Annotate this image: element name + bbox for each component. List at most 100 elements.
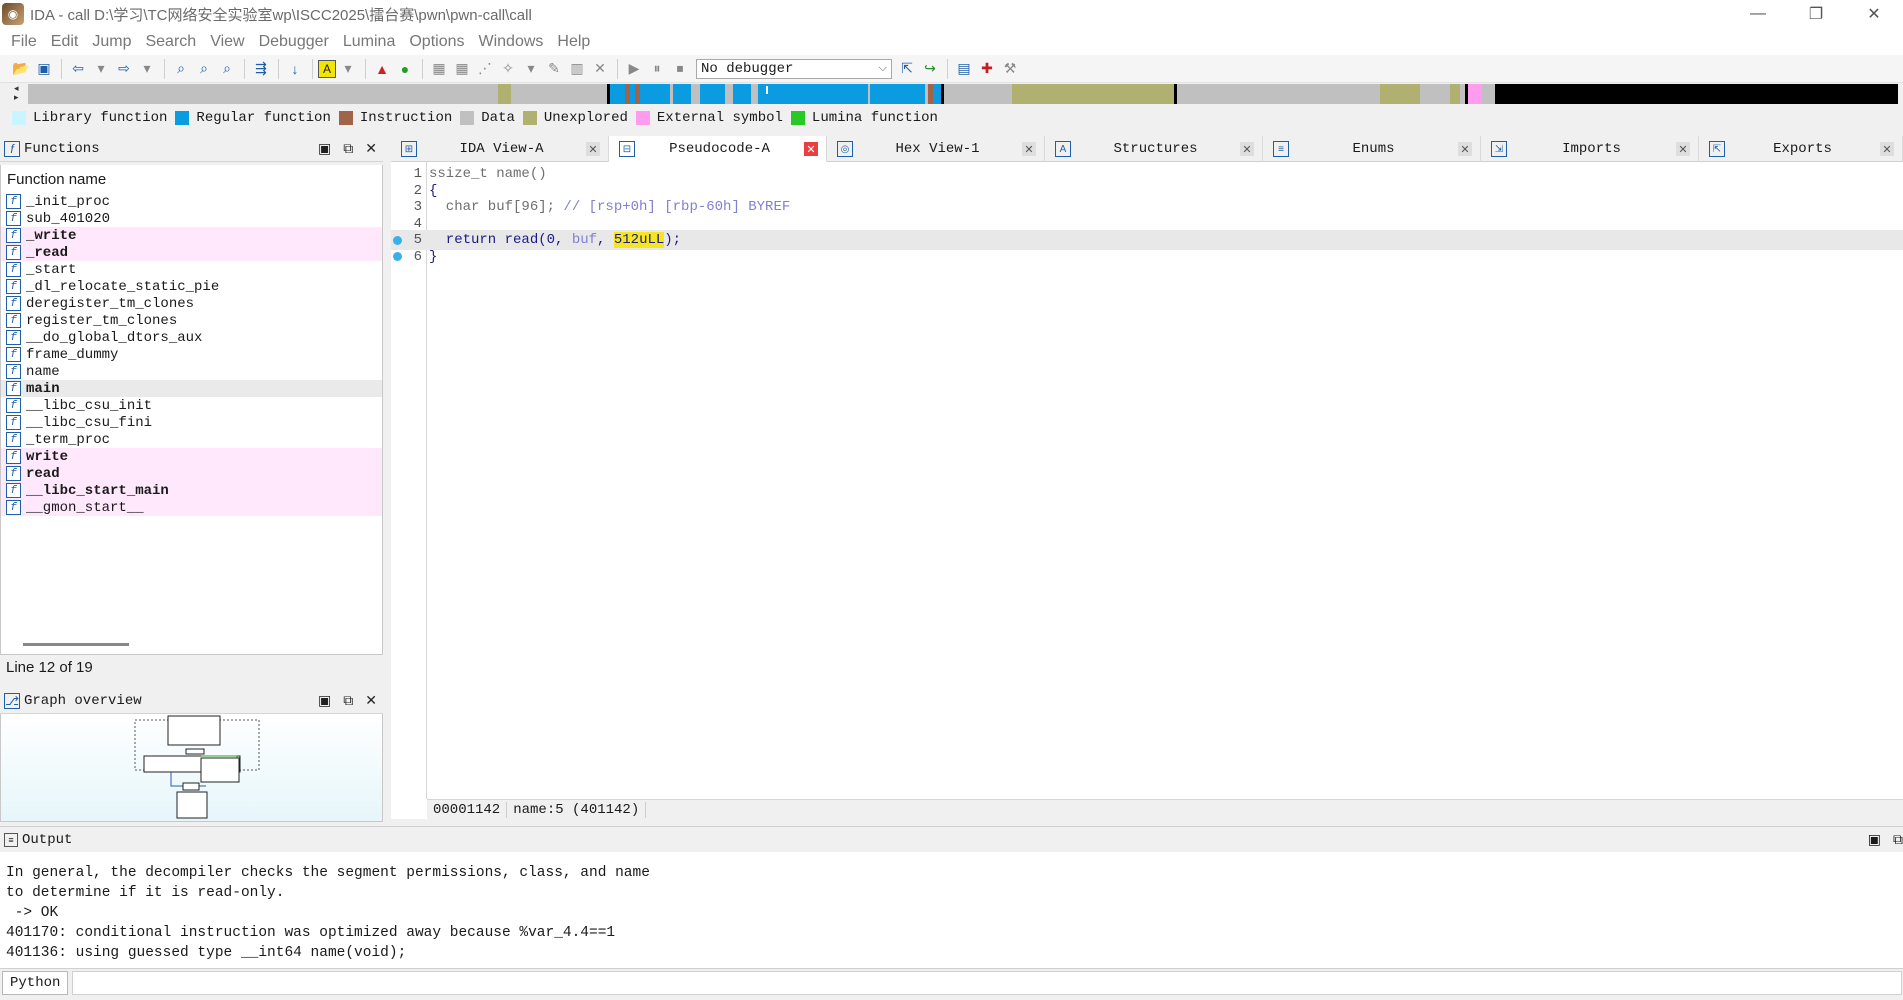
maximize-icon[interactable]: ▣ <box>318 140 331 157</box>
tab-structures[interactable]: A Structures ✕ <box>1045 136 1263 162</box>
graph-overview-canvas[interactable] <box>0 714 383 822</box>
function-list-item[interactable]: f deregister_tm_clones <box>1 295 382 312</box>
menu-view[interactable]: View <box>203 33 251 51</box>
command-input[interactable] <box>72 970 1903 995</box>
menu-help[interactable]: Help <box>550 33 597 51</box>
close-icon[interactable]: ✕ <box>365 140 377 157</box>
open-file-icon[interactable]: 📂 <box>10 58 32 80</box>
maximize-icon[interactable]: ▣ <box>1868 831 1881 848</box>
output-log[interactable]: In general, the decompiler checks the se… <box>0 852 1903 968</box>
jump-icon[interactable]: ⇶ <box>250 58 272 80</box>
pause-icon[interactable]: ⏸ <box>646 58 668 80</box>
python-button[interactable]: Python <box>2 970 69 995</box>
tab-imports[interactable]: ⇲ Imports ✕ <box>1481 136 1699 162</box>
back-arrow-icon[interactable]: ⇦ <box>67 58 89 80</box>
function-list-item[interactable]: f _term_proc <box>1 431 382 448</box>
wand-dropdown-icon[interactable]: ▾ <box>520 58 542 80</box>
breakpoint-marker-icon[interactable] <box>393 235 402 245</box>
menu-windows[interactable]: Windows <box>471 33 550 51</box>
text-highlight-icon[interactable]: A <box>318 59 336 78</box>
debug-attach-icon[interactable]: ⇱ <box>896 58 918 80</box>
menu-search[interactable]: Search <box>138 33 203 51</box>
function-list-item[interactable]: f name <box>1 363 382 380</box>
breakpoint-marker-icon[interactable] <box>393 252 402 261</box>
delete-icon[interactable]: ✕ <box>589 58 611 80</box>
code-line[interactable]: 6} <box>391 247 1903 267</box>
wand-icon[interactable]: ✧ <box>497 58 519 80</box>
tab-enums[interactable]: ≡ Enums ✕ <box>1263 136 1481 162</box>
menu-lumina[interactable]: Lumina <box>336 33 402 51</box>
lib-icon[interactable]: ▥ <box>566 58 588 80</box>
function-list-item[interactable]: f __do_global_dtors_aux <box>1 329 382 346</box>
function-list-item[interactable]: f main <box>1 380 382 397</box>
close-icon[interactable]: ✕ <box>1022 142 1036 156</box>
analysis-icon[interactable]: ▲ <box>371 58 393 80</box>
output-line: -> OK <box>6 905 59 921</box>
function-list-item[interactable]: f _start <box>1 261 382 278</box>
close-icon[interactable]: ✕ <box>1676 142 1690 156</box>
search-binary-icon[interactable]: ⌕ <box>193 58 215 80</box>
close-icon[interactable]: ✕ <box>804 142 818 156</box>
function-list-item[interactable]: f sub_401020 <box>1 210 382 227</box>
forward-dropdown-icon[interactable]: ▾ <box>136 58 158 80</box>
tab-ida-view-a[interactable]: ⊞ IDA View-A ✕ <box>391 136 609 162</box>
menu-file[interactable]: File <box>4 33 44 51</box>
function-list-item[interactable]: f read <box>1 465 382 482</box>
function-list-item[interactable]: f frame_dummy <box>1 346 382 363</box>
menu-debugger[interactable]: Debugger <box>252 33 336 51</box>
tab-pseudocode-a[interactable]: ⊟ Pseudocode-A ✕ <box>609 136 827 162</box>
back-dropdown-icon[interactable]: ▾ <box>90 58 112 80</box>
function-list-item[interactable]: f _write <box>1 227 382 244</box>
close-icon[interactable]: ✕ <box>365 692 377 709</box>
add-breakpoint-icon[interactable]: ✚ <box>976 58 998 80</box>
function-list-item[interactable]: f __gmon_start__ <box>1 499 382 516</box>
graph-icon[interactable]: ⋰ <box>474 58 496 80</box>
float-icon[interactable]: ⧉ <box>343 140 353 157</box>
function-list-item[interactable]: f register_tm_clones <box>1 312 382 329</box>
close-icon[interactable]: ✕ <box>586 142 600 156</box>
run-icon[interactable]: ▶ <box>623 58 645 80</box>
jump-down-arrow-icon[interactable]: ↓ <box>284 58 306 80</box>
float-icon[interactable]: ⧉ <box>1893 831 1903 848</box>
close-icon[interactable]: ✕ <box>1880 142 1894 156</box>
restore-button[interactable]: ❐ <box>1787 0 1845 28</box>
toolbar-separator <box>947 58 948 79</box>
function-list-item[interactable]: f _dl_relocate_static_pie <box>1 278 382 295</box>
function-list-item[interactable]: f __libc_start_main <box>1 482 382 499</box>
pseudocode-editor[interactable]: 1 ssize_t name() 2{3 char buf[96]; // [rsp… <box>391 162 1903 819</box>
patch-icon[interactable]: ✎ <box>543 58 565 80</box>
close-icon[interactable]: ✕ <box>1458 142 1472 156</box>
function-list-item[interactable]: f __libc_csu_fini <box>1 414 382 431</box>
forward-arrow-icon[interactable]: ⇨ <box>113 58 135 80</box>
close-button[interactable]: ✕ <box>1845 0 1903 28</box>
horizontal-scrollbar[interactable] <box>23 643 129 646</box>
menu-edit[interactable]: Edit <box>44 33 86 51</box>
function-list-item[interactable]: f write <box>1 448 382 465</box>
highlight-dropdown-icon[interactable]: ▾ <box>337 58 359 80</box>
save-icon[interactable]: ▣ <box>33 58 55 80</box>
stop-icon[interactable]: ⏹ <box>669 58 691 80</box>
tab-hex-view-1[interactable]: ◎ Hex View-1 ✕ <box>827 136 1045 162</box>
search-text-icon[interactable]: ⌕ <box>170 58 192 80</box>
function-list-item[interactable]: f __libc_csu_init <box>1 397 382 414</box>
float-icon[interactable]: ⧉ <box>343 692 353 709</box>
menu-jump[interactable]: Jump <box>85 33 138 51</box>
debug-run-icon[interactable]: ↪ <box>919 58 941 80</box>
close-icon[interactable]: ✕ <box>1240 142 1254 156</box>
minimize-button[interactable]: — <box>1729 0 1787 28</box>
function-list-item[interactable]: f _read <box>1 244 382 261</box>
function-name-column-header[interactable]: Function name <box>1 165 382 193</box>
segment-icon[interactable]: ▦ <box>428 58 450 80</box>
function-list-item[interactable]: f _init_proc <box>1 193 382 210</box>
struct-icon[interactable]: ▦ <box>451 58 473 80</box>
search-immediate-icon[interactable]: ⌕ <box>216 58 238 80</box>
navigation-band-bar[interactable] <box>28 84 1898 104</box>
tracing-icon[interactable]: ⚒ <box>999 58 1021 80</box>
analysis-state-icon[interactable]: ● <box>394 58 416 80</box>
maximize-icon[interactable]: ▣ <box>318 692 331 709</box>
tab-exports[interactable]: ⇱ Exports ✕ <box>1699 136 1903 162</box>
nav-scroll-arrows-icon[interactable]: ◂ ▸ <box>14 84 28 104</box>
menu-options[interactable]: Options <box>402 33 471 51</box>
debugger-select[interactable]: No debugger ⌵ <box>696 58 892 79</box>
breakpoints-icon[interactable]: ▤ <box>953 58 975 80</box>
